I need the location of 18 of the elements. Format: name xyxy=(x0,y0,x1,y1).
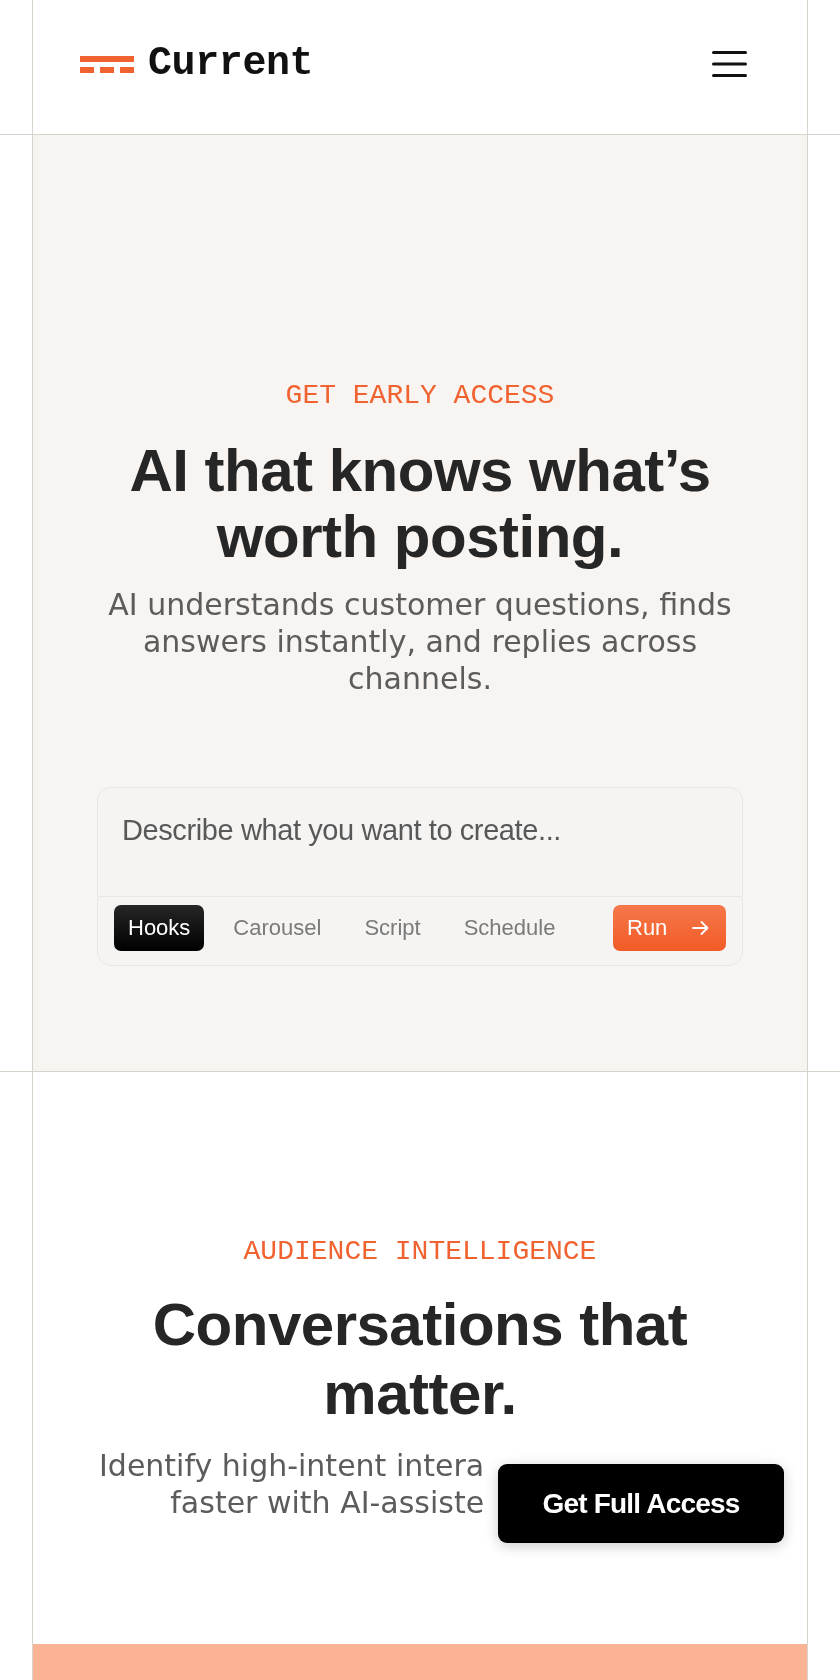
hero-heading: AI that knows what’s worth posting. xyxy=(128,438,712,570)
run-button[interactable]: Run xyxy=(613,905,726,951)
arrow-right-icon xyxy=(692,921,709,935)
logo-link[interactable]: Current xyxy=(80,42,314,86)
mode-tab[interactable]: Hooks xyxy=(114,905,205,951)
mode-tab[interactable]: Carousel xyxy=(219,905,336,951)
section-eyebrow: AUDIENCE INTELLIGENCE xyxy=(243,1235,597,1269)
section-description: Identify high-intent intera faster with AI-assiste xyxy=(99,1447,485,1521)
mode-tab[interactable]: Script xyxy=(350,905,435,951)
menu-icon xyxy=(712,51,747,77)
prompt-field[interactable]: Describe what you want to create... xyxy=(97,787,743,896)
section-heading: Conversations that matter. xyxy=(151,1290,689,1428)
dashes-icon xyxy=(80,55,134,73)
hero-subtitle: AI understands customer questions, finds answers instantly, and replies across channels. xyxy=(107,586,733,697)
section-eyebrow: GET EARLY ACCESS xyxy=(285,379,555,413)
get-access-button[interactable]: Get Full Access xyxy=(498,1464,784,1543)
menu-button[interactable] xyxy=(712,51,747,77)
mode-tab[interactable]: Schedule xyxy=(449,905,570,951)
